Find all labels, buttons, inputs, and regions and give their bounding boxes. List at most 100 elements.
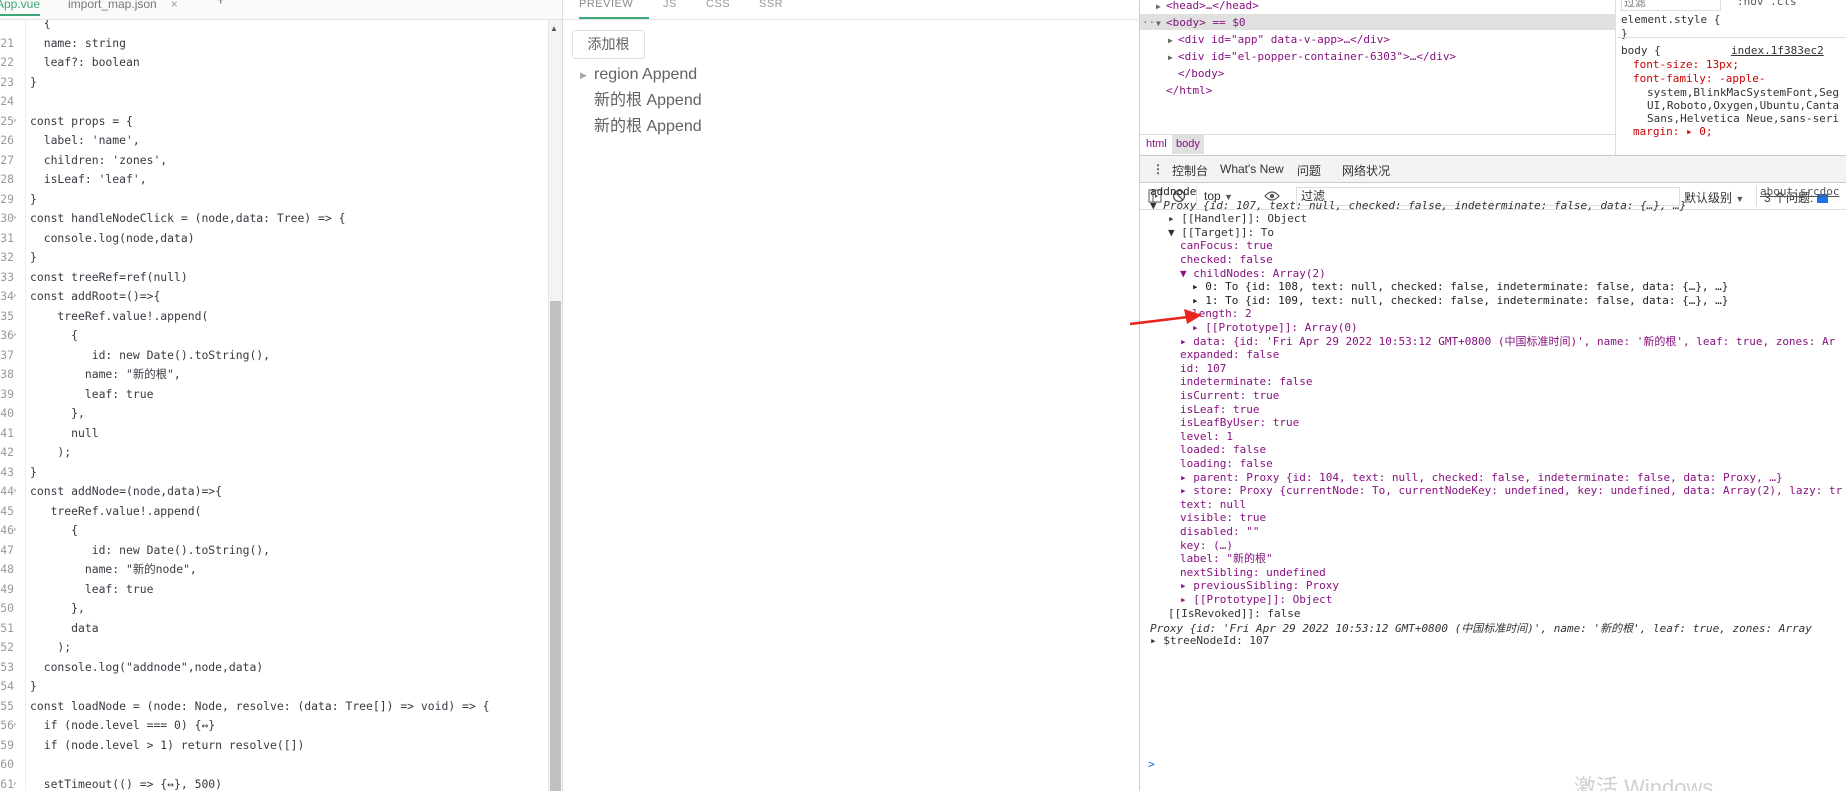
tree-node[interactable]: ▶ region Append	[580, 64, 697, 86]
code-line[interactable]: 44 › const addNode=(node,data)=>{	[0, 482, 545, 501]
code-line[interactable]: 30 › const handleNodeClick = (node,data: T…	[0, 209, 545, 228]
fold-icon[interactable]: ›	[12, 482, 22, 501]
tab-network-conditions[interactable]: 网络状况	[1342, 162, 1390, 179]
code-text: null	[30, 425, 99, 440]
collapse-icon[interactable]: ▼	[1156, 15, 1166, 32]
code-line[interactable]: 61 › setTimeout(() => {↔}, 500)	[0, 775, 545, 791]
tree-node[interactable]: 新的根 Append	[580, 90, 702, 112]
code-line[interactable]: 41 null	[0, 424, 545, 443]
code-line[interactable]: 42 );	[0, 443, 545, 462]
code-line[interactable]: 37 id: new Date().toString(),	[0, 346, 545, 365]
console-object-row[interactable]: ▸ store: Proxy {currentNode: To, current…	[1180, 483, 1842, 499]
dom-node-app[interactable]: ▶ <div id="app" data-v-app>…</div>	[1168, 31, 1390, 48]
code-line[interactable]: 22 leaf?: boolean	[0, 53, 545, 72]
dom-node-body-close[interactable]: </body>	[1178, 65, 1224, 82]
code-line[interactable]: 32}	[0, 248, 545, 267]
code-line[interactable]: 48 name: "新的node",	[0, 560, 545, 579]
code-line[interactable]: 54}	[0, 677, 545, 696]
log-level-select[interactable]: 默认级别 ▼	[1684, 189, 1744, 206]
css-prop-font-family[interactable]: font-family: -apple-	[1633, 72, 1765, 86]
breadcrumb-html[interactable]: html	[1142, 135, 1171, 154]
console-output[interactable]: addnode about:srcdoc ▼ Proxy {id: 107, tex…	[1140, 185, 1846, 791]
fold-icon[interactable]: ›	[12, 112, 22, 131]
code-line[interactable]: 59 if (node.level > 1) return resolve([]…	[0, 736, 545, 755]
fold-icon[interactable]: ›	[12, 326, 22, 345]
code-line[interactable]: 40 },	[0, 404, 545, 423]
code-line[interactable]: 34 › const addRoot=()=>{	[0, 287, 545, 306]
style-source-link[interactable]: index.1f383ec2	[1731, 44, 1824, 58]
tree-node[interactable]: 新的根 Append	[580, 116, 702, 138]
expand-icon[interactable]: ▶	[1168, 49, 1178, 66]
code-line[interactable]: 23}	[0, 73, 545, 92]
css-prop-margin[interactable]: margin: ▸ 0;	[1633, 125, 1712, 139]
code-line[interactable]: 56 › if (node.level === 0) {↔}	[0, 716, 545, 735]
console-object-row[interactable]: ▸ $treeNodeId: 107	[1150, 633, 1269, 649]
code-line[interactable]: {	[0, 20, 545, 33]
fold-icon[interactable]: ›	[12, 521, 22, 540]
code-line[interactable]: 25 › const props = {	[0, 112, 545, 131]
scroll-up-icon[interactable]: ▲	[550, 24, 558, 33]
tab-whats-new[interactable]: What's New	[1220, 162, 1284, 176]
code-line[interactable]: 28 isLeaf: 'leaf',	[0, 170, 545, 189]
breadcrumb-body[interactable]: body	[1172, 135, 1204, 154]
code-line[interactable]: 31 console.log(node,data)	[0, 229, 545, 248]
elements-tree[interactable]: ··· ▶ <head>…</head> ▼ <body> == $0 ▶ <div …	[1140, 0, 1616, 155]
caret-right-icon[interactable]: ▶	[580, 64, 594, 86]
code-line[interactable]: 47 id: new Date().toString(),	[0, 541, 545, 560]
code-line[interactable]: 24	[0, 92, 545, 111]
code-line[interactable]: 33 const treeRef=ref(null)	[0, 268, 545, 287]
code-line[interactable]: 29}	[0, 190, 545, 209]
code-line[interactable]: 50 },	[0, 599, 545, 618]
expand-icon[interactable]: ▶	[1168, 32, 1178, 49]
console-object-row[interactable]: [[IsRevoked]]: false	[1168, 606, 1300, 622]
fold-icon[interactable]: ›	[12, 287, 22, 306]
tab-issues[interactable]: 问题	[1297, 162, 1321, 179]
code-line[interactable]: 51 data	[0, 619, 545, 638]
code-line[interactable]: 45 treeRef.value!.append(	[0, 502, 545, 521]
code-line[interactable]: 43}	[0, 463, 545, 482]
code-area[interactable]: {21 name: string 22 leaf?: boolean 23} 24 25…	[0, 20, 545, 791]
code-line[interactable]: 49 leaf: true	[0, 580, 545, 599]
code-line[interactable]: 52 );	[0, 638, 545, 657]
close-icon[interactable]: ×	[171, 0, 178, 11]
dom-node-body[interactable]: ▼ <body> == $0	[1156, 14, 1245, 31]
dom-node-html-close[interactable]: </html>	[1166, 82, 1212, 99]
dom-node-popper[interactable]: ▶ <div id="el-popper-container-6303">…</d…	[1168, 48, 1456, 65]
expand-icon[interactable]: ▶	[1156, 0, 1166, 15]
add-root-button[interactable]: 添加根	[572, 30, 645, 59]
code-line[interactable]: 60	[0, 755, 545, 774]
tab-app-vue[interactable]: App.vue	[0, 0, 41, 16]
code-text: },	[30, 601, 85, 615]
element-style-rule[interactable]: element.style {	[1621, 13, 1720, 27]
tab-js[interactable]: JS	[663, 0, 677, 19]
code-line[interactable]: 27 children: 'zones',	[0, 151, 545, 170]
tab-import-map[interactable]: import_map.json ×	[68, 0, 178, 16]
styles-filter-input[interactable]: 过滤	[1621, 0, 1721, 11]
code-line[interactable]: 55 const loadNode = (node: Node, resolve:…	[0, 697, 545, 716]
console-prompt-icon[interactable]: >	[1148, 756, 1155, 772]
dom-node-head[interactable]: ▶ <head>…</head>	[1156, 0, 1259, 14]
tab-console[interactable]: 控制台	[1172, 162, 1209, 185]
fold-icon[interactable]: ›	[12, 209, 22, 228]
source-link[interactable]: about:srcdoc	[1760, 184, 1839, 200]
code-line[interactable]: 26 label: 'name',	[0, 131, 545, 150]
scrollbar-thumb[interactable]	[550, 301, 561, 791]
fold-icon[interactable]: ›	[12, 716, 22, 735]
add-tab-icon[interactable]: +	[216, 0, 225, 10]
hov-cls-toggle[interactable]: :hov .cls	[1737, 0, 1797, 9]
code-line[interactable]: 38 name: "新的根",	[0, 365, 545, 384]
tab-preview[interactable]: PREVIEW	[579, 0, 649, 19]
code-line[interactable]: 53 console.log("addnode",node,data)	[0, 658, 545, 677]
tab-css[interactable]: CSS	[706, 0, 730, 19]
code-line[interactable]: 46 › {	[0, 521, 545, 540]
code-line[interactable]: 35 treeRef.value!.append(	[0, 307, 545, 326]
css-prop-font-size[interactable]: font-size: 13px;	[1633, 58, 1739, 72]
code-line[interactable]: 36 › {	[0, 326, 545, 345]
code-line[interactable]: 39 leaf: true	[0, 385, 545, 404]
drawer-menu-icon[interactable]: ⋮	[1152, 162, 1164, 176]
code-line[interactable]: 21 name: string	[0, 34, 545, 53]
fold-icon[interactable]: ›	[12, 775, 22, 791]
console-object-row[interactable]: ▸ 1: To {id: 109, text: null, checked: f…	[1192, 293, 1728, 309]
line-number: 28	[0, 172, 14, 186]
tab-ssr[interactable]: SSR	[759, 0, 783, 19]
